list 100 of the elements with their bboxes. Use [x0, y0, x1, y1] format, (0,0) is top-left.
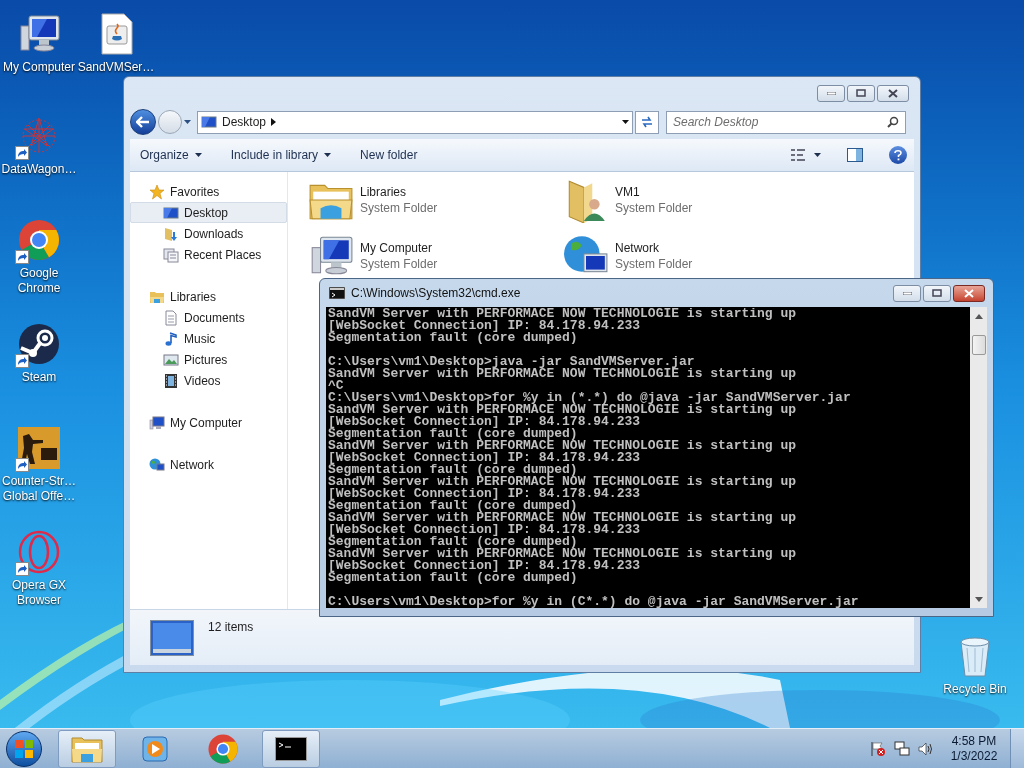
- flag-error-icon[interactable]: [870, 740, 886, 757]
- nav-item[interactable]: Recent Places: [130, 244, 287, 265]
- console-line: [WebSocket Connection] IP: 84.178.94.233: [328, 416, 642, 428]
- refresh-button[interactable]: [635, 110, 659, 134]
- nav-item[interactable]: Downloads: [130, 223, 287, 244]
- nav-item[interactable]: Favorites: [130, 181, 287, 202]
- minimize-icon: [826, 91, 836, 95]
- opera-icon: [17, 530, 61, 574]
- maximize-button[interactable]: [847, 84, 875, 102]
- desktop-icon-label[interactable]: DataWagon…: [1, 162, 77, 177]
- minimize-button[interactable]: [893, 284, 921, 302]
- toolbar-button[interactable]: Organize: [140, 146, 202, 164]
- caret-icon: [622, 120, 629, 124]
- close-icon: [888, 88, 898, 98]
- console-line: [WebSocket Connection] IP: 84.178.94.233: [328, 452, 642, 464]
- desktop-icon: [201, 114, 217, 130]
- nav-item[interactable]: Documents: [130, 307, 287, 328]
- desktop-icon-label[interactable]: My Computer: [3, 60, 75, 75]
- shortcut-arrow-icon: [15, 146, 29, 160]
- search-input[interactable]: Search Desktop: [673, 113, 887, 131]
- console-line: [WebSocket Connection] IP: 84.178.94.233: [328, 320, 642, 332]
- nav-item[interactable]: Network: [130, 454, 287, 475]
- nav-item-label: Favorites: [170, 183, 220, 201]
- preview-pane-button[interactable]: [847, 148, 863, 162]
- console-line: Segmentation fault (core dumped): [328, 536, 578, 548]
- file-type: System Folder: [615, 256, 693, 272]
- console-line: SandVM Server with PERFORMACE NOW TECHNOLOGIE is starting up: [328, 308, 798, 320]
- console-icon: [275, 736, 307, 761]
- nav-item-label: Desktop: [184, 204, 229, 222]
- console-line: Segmentation fault (core dumped): [328, 332, 579, 344]
- document-icon: [163, 309, 179, 326]
- file-name: Network: [615, 240, 660, 256]
- close-button[interactable]: [953, 284, 985, 302]
- start-button[interactable]: [6, 730, 42, 767]
- minimize-button[interactable]: [817, 84, 845, 102]
- nav-item-label: Libraries: [170, 288, 217, 306]
- close-button[interactable]: [877, 84, 909, 102]
- volume-icon[interactable]: [918, 740, 934, 757]
- file-item[interactable]: My Computer System Folder: [308, 232, 563, 280]
- console-line: SandVM Server with PERFORMACE NOW TECHNOLOGIE is starting up: [328, 368, 798, 380]
- back-button[interactable]: [130, 109, 156, 135]
- view-options-button[interactable]: [790, 148, 821, 162]
- minimize-icon: [902, 291, 912, 295]
- file-name: My Computer: [360, 240, 434, 256]
- nav-item-label: Recent Places: [184, 246, 262, 264]
- star-icon: [149, 183, 165, 200]
- console-line: [WebSocket Connection] IP: 84.178.94.233: [328, 488, 642, 500]
- file-item[interactable]: VM1 System Folder: [563, 176, 818, 224]
- nav-item[interactable]: Desktop: [130, 202, 287, 223]
- chrome-icon: [17, 218, 61, 262]
- caret-icon: [194, 153, 202, 157]
- nav-item-label: My Computer: [170, 414, 243, 432]
- console-line: Segmentation fault (core dumped): [328, 500, 578, 512]
- console-line: Segmentation fault (core dumped): [328, 428, 578, 440]
- show-desktop-button[interactable]: [1010, 728, 1024, 768]
- windows-logo-icon: [15, 739, 33, 758]
- console-line: [WebSocket Connection] IP: 84.178.94.233: [328, 560, 642, 572]
- desktop-icon-label[interactable]: Google Chrome: [1, 266, 77, 296]
- restore-icon: [856, 89, 866, 97]
- network-icon[interactable]: [894, 740, 910, 757]
- console-line: C:\Users\vm1\Desktop>for %y in (C*.*) do @java -jar SandVMServer.jar: [328, 596, 860, 608]
- console-icon: [329, 287, 345, 299]
- view-list-icon: [790, 148, 806, 162]
- clock[interactable]: 4:58 PM 1/3/2022: [944, 733, 1004, 764]
- help-button[interactable]: [889, 146, 907, 164]
- desktop-icon-label[interactable]: SandVMSer…: [77, 60, 155, 75]
- nav-item[interactable]: Videos: [130, 370, 287, 391]
- music-note-icon: [163, 330, 179, 347]
- nav-item-label: Music: [184, 330, 216, 348]
- console-line: SandVM Server with PERFORMACE NOW TECHNOLOGIE is starting up: [328, 476, 798, 488]
- toolbar-button[interactable]: New folder: [360, 146, 418, 164]
- search-field[interactable]: Search Desktop: [666, 110, 906, 134]
- steam-icon: [17, 322, 61, 366]
- breadcrumb[interactable]: Desktop: [222, 113, 267, 131]
- scroll-up-icon: [974, 314, 983, 319]
- nav-item[interactable]: Music: [130, 328, 287, 349]
- close-icon: [964, 288, 974, 298]
- file-item[interactable]: Libraries System Folder: [308, 176, 563, 224]
- window-title: C:\Windows\System32\cmd.exe: [351, 285, 521, 302]
- taskbar-button[interactable]: [262, 729, 320, 768]
- console-line: SandVM Server with PERFORMACE NOW TECHNOLOGIE is starting up: [328, 440, 798, 452]
- nav-item[interactable]: Pictures: [130, 349, 287, 370]
- shortcut-arrow-icon: [15, 458, 29, 472]
- scrollbar-thumb[interactable]: [971, 335, 986, 355]
- toolbar-button[interactable]: Include in library: [230, 146, 332, 164]
- nav-item[interactable]: Libraries: [130, 286, 287, 307]
- recent-places-icon: [163, 246, 179, 263]
- nav-item[interactable]: My Computer: [130, 412, 287, 433]
- back-arrow-icon: [136, 116, 150, 128]
- address-bar[interactable]: Desktop: [197, 110, 633, 134]
- console-line: Segmentation fault (core dumped): [328, 464, 578, 476]
- file-item[interactable]: Network System Folder: [563, 232, 818, 280]
- maximize-button[interactable]: [923, 284, 951, 302]
- shortcut-arrow-icon: [15, 562, 29, 576]
- caret-icon: [184, 120, 191, 124]
- refresh-icon: [640, 115, 654, 129]
- nav-item-label: Documents: [184, 309, 245, 327]
- download-folder-icon: [163, 225, 179, 242]
- desktop-icon-label[interactable]: Steam: [21, 370, 57, 385]
- shortcut-arrow-icon: [15, 354, 29, 368]
